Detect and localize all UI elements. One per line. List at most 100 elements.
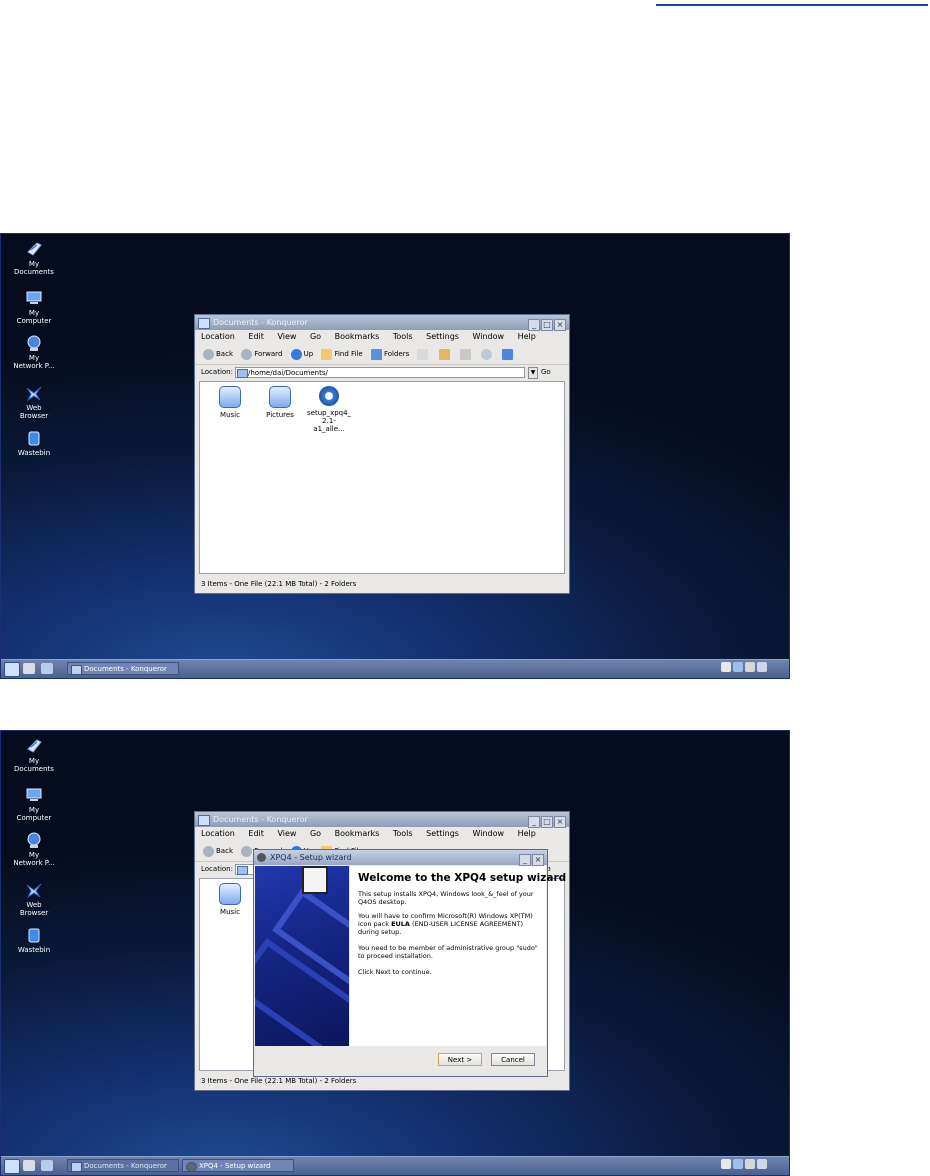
- tray-clock-icon[interactable]: [757, 1159, 767, 1169]
- view-mode-button[interactable]: [502, 344, 515, 364]
- menu-tools[interactable]: Tools: [393, 829, 413, 838]
- menu-help[interactable]: Help: [518, 332, 536, 341]
- minimize-button[interactable]: _: [528, 816, 540, 828]
- find-file-icon: [321, 348, 333, 360]
- folders-button[interactable]: Folders: [370, 344, 409, 364]
- wizard-app-icon: [257, 853, 266, 862]
- desktop-icon-label: Network P...: [13, 362, 55, 370]
- desktop-icon-web-browser[interactable]: Web Browser: [5, 881, 63, 917]
- quicklaunch-browser-icon[interactable]: [41, 663, 53, 674]
- menubar: Location Edit View Go Bookmarks Tools Se…: [195, 330, 569, 344]
- menu-view[interactable]: View: [277, 829, 296, 838]
- file-label: 2.1-a1_alle...: [313, 417, 345, 433]
- window-titlebar[interactable]: Documents - Konqueror _ □ ×: [195, 315, 569, 331]
- taskbar-item-wizard[interactable]: XPQ4 - Setup wizard: [182, 1159, 294, 1172]
- top-link-underline: [656, 0, 928, 6]
- up-arrow-icon: [290, 348, 302, 360]
- tray-clipboard-icon[interactable]: [721, 662, 731, 672]
- file-item-pictures[interactable]: Pictures: [258, 386, 302, 419]
- back-button[interactable]: Back: [203, 344, 233, 364]
- location-value: /home/dai/Documents/: [248, 369, 328, 377]
- desktop-icon-my-documents[interactable]: My Documents: [5, 240, 63, 276]
- file-item-music[interactable]: Music: [208, 883, 252, 916]
- menu-location[interactable]: Location: [201, 829, 235, 838]
- menu-bookmarks[interactable]: Bookmarks: [335, 829, 380, 838]
- konqueror-window: Documents - Konqueror _ □ × Location Edit …: [194, 811, 570, 1091]
- wizard-titlebar[interactable]: XPQ4 - Setup wizard _ ×: [254, 850, 547, 866]
- back-button[interactable]: Back: [203, 841, 233, 861]
- folder-icon: [237, 866, 248, 875]
- tray-clock-icon[interactable]: [757, 662, 767, 672]
- go-button[interactable]: Go: [541, 368, 551, 376]
- tray-network-icon[interactable]: [733, 662, 743, 672]
- desktop-icon-label: My: [28, 806, 40, 814]
- taskbar-item-konqueror[interactable]: Documents - Konqueror: [67, 1159, 179, 1172]
- location-dropdown-button[interactable]: ▼: [528, 367, 538, 379]
- wizard-close-button[interactable]: ×: [532, 854, 544, 866]
- next-button[interactable]: Next >: [438, 1053, 482, 1066]
- quicklaunch-docs-icon[interactable]: [23, 1160, 35, 1171]
- tray-clipboard-icon[interactable]: [721, 1159, 731, 1169]
- menu-window[interactable]: Window: [472, 332, 504, 341]
- close-button[interactable]: ×: [554, 816, 566, 828]
- file-item-music[interactable]: Music: [208, 386, 252, 419]
- menu-go[interactable]: Go: [310, 829, 321, 838]
- wizard-heading: Welcome to the XPQ4 setup wizard: [358, 872, 567, 884]
- menu-tools[interactable]: Tools: [393, 332, 413, 341]
- quicklaunch-browser-icon[interactable]: [41, 1160, 53, 1171]
- desktop-icon-wastebin[interactable]: Wastebin: [5, 429, 63, 457]
- up-button[interactable]: Up: [290, 344, 313, 364]
- cut-button[interactable]: [459, 344, 473, 364]
- wizard-paragraph-4: Click Next to continue.: [358, 968, 432, 976]
- desktop-icon-label: Network P...: [13, 859, 55, 867]
- menu-edit[interactable]: Edit: [248, 829, 264, 838]
- desktop-icon-my-network[interactable]: My Network P...: [5, 831, 63, 867]
- start-menu-icon[interactable]: [4, 1159, 20, 1174]
- desktop-icon-label: My: [28, 851, 40, 859]
- desktop-icon-my-computer[interactable]: My Computer: [5, 786, 63, 822]
- copy-button[interactable]: [417, 344, 430, 364]
- forward-arrow-icon: [241, 845, 253, 857]
- menu-settings[interactable]: Settings: [426, 332, 459, 341]
- desktop-icon-wastebin[interactable]: Wastebin: [5, 926, 63, 954]
- window-titlebar[interactable]: Documents - Konqueror _ □ ×: [195, 812, 569, 828]
- konqueror-window: Documents - Konqueror _ □ × Location Edit …: [194, 314, 570, 594]
- file-item-setup[interactable]: setup_xpq4_ 2.1-a1_alle...: [307, 386, 351, 433]
- menu-bookmarks[interactable]: Bookmarks: [335, 332, 380, 341]
- music-folder-icon: [219, 386, 241, 408]
- location-input[interactable]: /home/dai/Documents/: [235, 367, 525, 378]
- close-button[interactable]: ×: [554, 319, 566, 331]
- start-menu-icon[interactable]: [4, 662, 20, 677]
- cancel-button[interactable]: Cancel: [491, 1053, 535, 1066]
- wizard-minimize-button[interactable]: _: [519, 854, 531, 866]
- menu-help[interactable]: Help: [518, 829, 536, 838]
- desktop-icon-label: Web: [26, 901, 42, 909]
- menu-edit[interactable]: Edit: [248, 332, 264, 341]
- computer-icon: [26, 788, 42, 801]
- tray-volume-icon[interactable]: [745, 662, 755, 672]
- paste-button[interactable]: [438, 344, 452, 364]
- desktop-icon-my-computer[interactable]: My Computer: [5, 289, 63, 325]
- menu-go[interactable]: Go: [310, 332, 321, 341]
- undo-button[interactable]: [481, 344, 494, 364]
- desktop-icon-label: Wastebin: [17, 449, 51, 457]
- desktop-icon-my-documents[interactable]: My Documents: [5, 737, 63, 773]
- tray-volume-icon[interactable]: [745, 1159, 755, 1169]
- folder-icon: [198, 815, 210, 826]
- minimize-button[interactable]: _: [528, 319, 540, 331]
- desktop-icon-my-network[interactable]: My Network P...: [5, 334, 63, 370]
- maximize-button[interactable]: □: [541, 816, 553, 828]
- menu-window[interactable]: Window: [472, 829, 504, 838]
- find-file-button[interactable]: Find File: [321, 344, 363, 364]
- menu-location[interactable]: Location: [201, 332, 235, 341]
- location-label: Location:: [201, 865, 233, 873]
- forward-label: Forward: [254, 350, 283, 358]
- desktop-icon-web-browser[interactable]: Web Browser: [5, 384, 63, 420]
- quicklaunch-docs-icon[interactable]: [23, 663, 35, 674]
- taskbar-item-konqueror[interactable]: Documents - Konqueror: [67, 662, 179, 675]
- menu-view[interactable]: View: [277, 332, 296, 341]
- forward-button[interactable]: Forward: [241, 344, 282, 364]
- tray-network-icon[interactable]: [733, 1159, 743, 1169]
- menu-settings[interactable]: Settings: [426, 829, 459, 838]
- maximize-button[interactable]: □: [541, 319, 553, 331]
